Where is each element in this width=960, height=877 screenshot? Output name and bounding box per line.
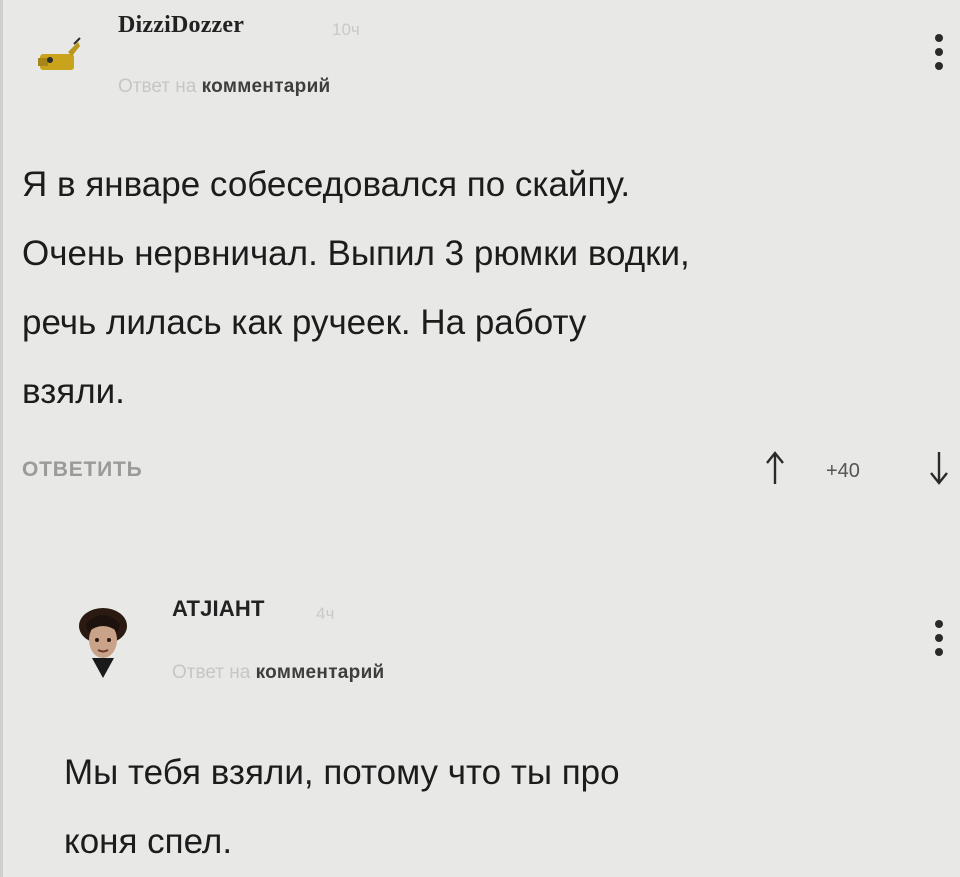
username[interactable]: ATJIAHT [172, 596, 265, 622]
username[interactable]: DizziDozzer [118, 12, 244, 39]
reply-context: Ответ на комментарий [172, 662, 385, 684]
reply-prefix: Ответ на [118, 76, 202, 97]
comment-dizzidozzer: DizziDozzer 10ч Ответ на комментарий Я в… [0, 0, 960, 560]
vote-score: +40 [826, 460, 860, 482]
man-portrait-avatar-icon[interactable] [72, 600, 134, 680]
comment-time: 4ч [316, 604, 335, 623]
arrow-down-icon[interactable] [924, 448, 954, 488]
more-vertical-icon[interactable] [934, 620, 944, 664]
comment-time: 10ч [332, 20, 360, 39]
reply-context: Ответ на комментарий [118, 76, 331, 98]
yellow-creature-avatar-icon[interactable] [34, 34, 82, 74]
reply-target-link[interactable]: комментарий [202, 76, 331, 97]
more-vertical-icon[interactable] [934, 34, 944, 78]
comment-body: Мы тебя взяли, потому что ты про коня сп… [64, 753, 620, 861]
reply-prefix: Ответ на [172, 662, 256, 683]
comment-body: Я в январе собеседовался по скайпу. Очен… [22, 165, 690, 411]
reply-button[interactable]: ОТВЕТИТЬ [22, 458, 143, 482]
arrow-up-icon[interactable] [760, 448, 790, 488]
reply-target-link[interactable]: комментарий [256, 662, 385, 683]
